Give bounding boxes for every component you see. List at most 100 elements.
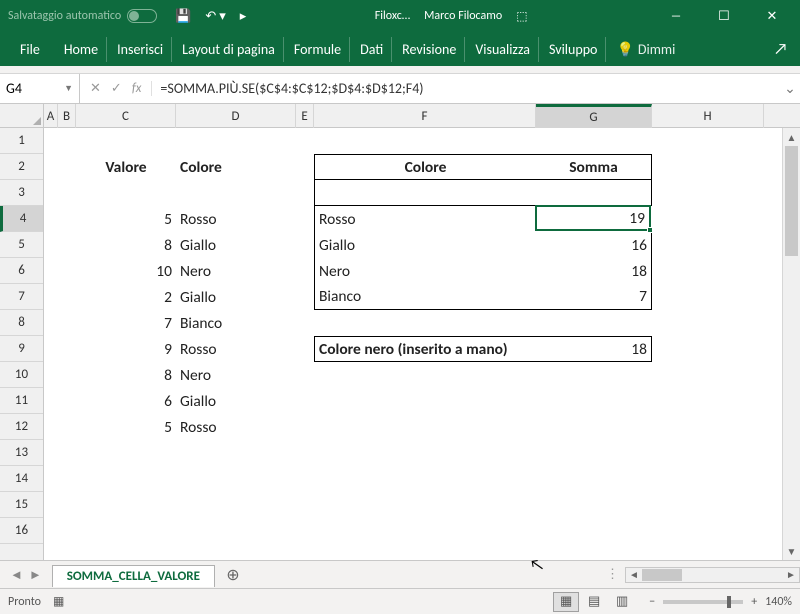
cell[interactable] [652, 388, 764, 414]
tab-layout[interactable]: Layout di pagina [174, 37, 284, 62]
resize-handle-icon[interactable]: ⋮ [600, 567, 625, 582]
cell[interactable] [296, 388, 314, 414]
cell[interactable]: Colore nero (inserito a mano) [314, 336, 536, 362]
cell[interactable] [314, 492, 536, 518]
cell[interactable] [536, 492, 652, 518]
cell[interactable] [58, 336, 76, 362]
cell[interactable] [652, 414, 764, 440]
cell[interactable] [76, 518, 176, 544]
cell[interactable]: Rosso [176, 336, 296, 362]
cell[interactable] [652, 336, 764, 362]
cell[interactable] [314, 414, 536, 440]
horizontal-scrollbar[interactable]: ◄ ► [625, 567, 800, 583]
cell[interactable] [44, 336, 58, 362]
row-header[interactable]: 1 [0, 128, 43, 154]
cell[interactable]: Nero [176, 362, 296, 388]
cell[interactable] [652, 232, 764, 258]
save-icon[interactable]: 💾 [175, 9, 191, 24]
chevron-down-icon[interactable]: ▼ [64, 83, 73, 94]
cell[interactable] [44, 440, 58, 466]
cell[interactable] [296, 362, 314, 388]
cell[interactable] [176, 518, 296, 544]
cell[interactable]: 16 [536, 232, 652, 258]
cell[interactable] [58, 466, 76, 492]
cell[interactable]: 9 [76, 336, 176, 362]
row-header[interactable]: 13 [0, 440, 43, 466]
row-header[interactable]: 10 [0, 362, 43, 388]
cell[interactable] [536, 414, 652, 440]
cell[interactable] [296, 258, 314, 284]
cell[interactable]: 5 [76, 414, 176, 440]
cell[interactable] [76, 492, 176, 518]
cell[interactable]: Giallo [314, 232, 536, 258]
row-header[interactable]: 11 [0, 388, 43, 414]
add-sheet-button[interactable]: ⊕ [221, 563, 245, 587]
cell[interactable]: 2 [76, 284, 176, 310]
scroll-thumb[interactable] [785, 146, 798, 256]
cell[interactable] [58, 388, 76, 414]
cell[interactable]: 5 [76, 206, 176, 232]
cell[interactable] [76, 180, 176, 206]
row-header[interactable]: 3 [0, 180, 43, 206]
cell[interactable] [652, 310, 764, 336]
col-header[interactable]: G [536, 104, 652, 128]
cell[interactable] [296, 154, 314, 180]
cell[interactable] [296, 206, 314, 232]
scroll-up-icon[interactable]: ▲ [783, 128, 800, 146]
tab-developer[interactable]: Sviluppo [541, 37, 606, 62]
cell[interactable] [58, 310, 76, 336]
cell[interactable] [58, 180, 76, 206]
cell[interactable]: Rosso [176, 414, 296, 440]
cell[interactable]: Somma [536, 154, 652, 180]
cell[interactable] [652, 492, 764, 518]
hscroll-thumb[interactable] [642, 569, 682, 581]
cell[interactable] [296, 336, 314, 362]
col-header[interactable]: C [76, 104, 176, 128]
cell[interactable] [58, 258, 76, 284]
cell[interactable]: 18 [536, 258, 652, 284]
cell[interactable] [296, 128, 314, 154]
minimize-button[interactable]: ― [656, 0, 696, 32]
cell[interactable] [176, 128, 296, 154]
cell[interactable] [652, 284, 764, 310]
cell[interactable] [58, 362, 76, 388]
cell[interactable]: Nero [176, 258, 296, 284]
col-header[interactable]: F [314, 104, 536, 128]
cell[interactable] [650, 206, 762, 232]
tab-view[interactable]: Visualizza [467, 37, 539, 62]
cell[interactable] [314, 180, 536, 206]
cell[interactable] [652, 440, 764, 466]
vertical-scrollbar[interactable]: ▲ ▼ [782, 128, 800, 560]
cell[interactable] [296, 492, 314, 518]
cell[interactable] [58, 284, 76, 310]
cell[interactable] [58, 232, 76, 258]
cell[interactable] [296, 518, 314, 544]
row-header[interactable]: 6 [0, 258, 43, 284]
cell[interactable] [176, 180, 296, 206]
cell[interactable] [44, 206, 58, 232]
cell[interactable] [314, 310, 536, 336]
zoom-in-button[interactable]: + [751, 595, 757, 609]
cell[interactable] [296, 310, 314, 336]
cell[interactable] [652, 258, 764, 284]
page-break-button[interactable]: ▥ [609, 592, 635, 612]
row-header[interactable]: 15 [0, 492, 43, 518]
cell[interactable]: 18 [536, 336, 652, 362]
cell[interactable] [652, 518, 764, 544]
cell[interactable] [652, 180, 764, 206]
close-button[interactable]: ✕ [752, 0, 792, 32]
fx-icon[interactable]: fx [132, 81, 142, 96]
cell[interactable] [296, 414, 314, 440]
zoom-out-button[interactable]: − [649, 595, 655, 609]
cell[interactable]: Giallo [176, 232, 296, 258]
cell[interactable] [176, 466, 296, 492]
macro-record-icon[interactable]: ▦ [53, 594, 64, 609]
cell[interactable] [652, 128, 764, 154]
cell[interactable] [314, 518, 536, 544]
cell[interactable] [176, 492, 296, 518]
cell[interactable]: Rosso [314, 206, 536, 232]
cell[interactable] [314, 466, 536, 492]
select-all-corner[interactable] [0, 104, 44, 128]
cell[interactable] [652, 466, 764, 492]
cell[interactable] [58, 154, 76, 180]
